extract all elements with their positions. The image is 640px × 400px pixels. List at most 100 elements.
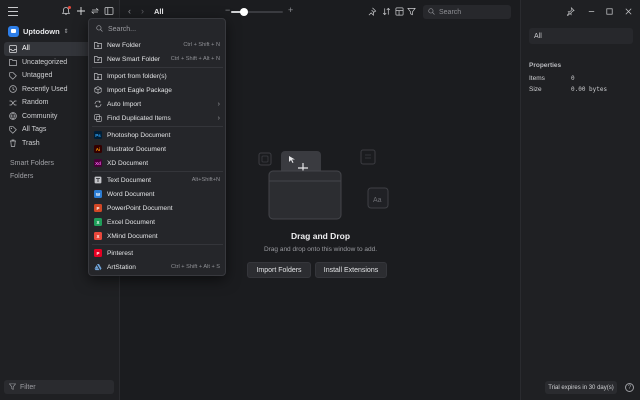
- sidebar-toggle-icon[interactable]: [103, 6, 115, 18]
- properties-heading: Properties: [529, 62, 562, 69]
- sidebar-item-label: Recently Used: [22, 85, 68, 93]
- powerpoint-app-icon: P: [94, 204, 102, 212]
- menu-separator: [92, 126, 223, 127]
- svg-text:Aa: Aa: [373, 197, 382, 204]
- zoom-handle[interactable]: [240, 8, 248, 16]
- menu-item-artstation[interactable]: ArtStation Ctrl + Shift + Alt + S: [92, 260, 223, 274]
- inspector-panel: All Properties Items 0 Size 0.00 bytes Tri…: [520, 0, 640, 400]
- maximize-icon[interactable]: [605, 7, 614, 18]
- menu-item-pinterest[interactable]: P Pinterest: [92, 246, 223, 260]
- items-value: 0: [571, 75, 575, 82]
- help-icon[interactable]: ?: [625, 383, 634, 392]
- menu-item-word-document[interactable]: W Word Document: [92, 187, 223, 201]
- forward-icon[interactable]: ›: [141, 6, 144, 16]
- menu-item-text-document[interactable]: Text Document Alt+Shift+N: [92, 173, 223, 187]
- menu-item-label: PowerPoint Document: [107, 204, 173, 212]
- sync-icon[interactable]: [89, 6, 101, 18]
- pin-icon[interactable]: [566, 6, 575, 18]
- zoom-slider[interactable]: [231, 8, 283, 16]
- sidebar-item-label: Random: [22, 99, 49, 107]
- menu-item-xd-document[interactable]: Xd XD Document: [92, 156, 223, 170]
- menu-separator: [92, 171, 223, 172]
- menu-icon[interactable]: [8, 7, 18, 17]
- close-icon[interactable]: [624, 7, 633, 18]
- menu-item-label: Word Document: [107, 190, 155, 198]
- name-field[interactable]: All: [529, 28, 633, 44]
- pin-icon[interactable]: [368, 7, 377, 18]
- sidebar-item-label: All Tags: [22, 126, 47, 134]
- chevron-right-icon: ›: [217, 114, 220, 122]
- duplicate-icon: [94, 114, 102, 122]
- back-icon[interactable]: ‹: [128, 6, 131, 16]
- smart-folders-heading[interactable]: Smart Folders: [10, 160, 54, 167]
- folders-heading[interactable]: Folders: [10, 173, 33, 180]
- size-property: Size 0.00 bytes: [529, 86, 607, 93]
- photoshop-app-icon: Ps: [94, 131, 102, 139]
- menu-item-label: Find Duplicated Items: [107, 114, 171, 122]
- library-icon: [8, 25, 19, 37]
- menu-item-auto-import[interactable]: Auto Import ›: [92, 97, 223, 111]
- illustrator-app-icon: Ai: [94, 145, 102, 153]
- auto-import-icon: [94, 100, 102, 108]
- menu-item-photoshop-document[interactable]: Ps Photoshop Document: [92, 128, 223, 142]
- menu-item-xmind-document[interactable]: X XMind Document: [92, 229, 223, 243]
- chevron-right-icon: ›: [217, 100, 220, 108]
- menu-item-powerpoint-document[interactable]: P PowerPoint Document: [92, 201, 223, 215]
- menu-item-new-folder[interactable]: New Folder Ctrl + Shift + N: [92, 38, 223, 52]
- menu-search-input[interactable]: Search...: [93, 22, 221, 36]
- menu-item-shortcut: Ctrl + Shift + N: [183, 42, 220, 48]
- menu-search-placeholder: Search...: [108, 25, 137, 33]
- excel-app-icon: X: [94, 218, 102, 226]
- folder-import-icon: [94, 72, 102, 80]
- menu-item-import-from-folder-s[interactable]: Import from folder(s): [92, 69, 223, 83]
- sidebar-item-label: Community: [22, 112, 58, 120]
- clock-icon: [9, 85, 17, 94]
- trial-badge[interactable]: Trial expires in 30 day(s): [545, 381, 617, 394]
- menu-separator: [92, 244, 223, 245]
- menu-item-shortcut: Ctrl + Shift + Alt + S: [171, 264, 220, 270]
- menu-item-excel-document[interactable]: X Excel Document: [92, 215, 223, 229]
- size-label: Size: [529, 86, 542, 93]
- import-folders-button[interactable]: Import Folders: [247, 262, 311, 278]
- inbox-icon: [9, 44, 17, 53]
- search-input[interactable]: Search: [423, 5, 511, 19]
- menu-item-find-duplicated-items[interactable]: Find Duplicated Items ›: [92, 111, 223, 125]
- items-property: Items 0: [529, 75, 575, 82]
- menu-item-label: XMind Document: [107, 232, 158, 240]
- menu-item-illustrator-document[interactable]: Ai Illustrator Document: [92, 142, 223, 156]
- filter-input[interactable]: Filter: [4, 380, 114, 394]
- minimize-icon[interactable]: [587, 7, 596, 18]
- menu-item-label: Import Eagle Package: [107, 86, 172, 94]
- bell-icon[interactable]: [60, 6, 72, 18]
- menu-item-shortcut: Alt+Shift+N: [191, 177, 220, 183]
- library-switcher[interactable]: Uptodown ⇕: [8, 24, 69, 38]
- menu-item-import-eagle-package[interactable]: Import Eagle Package: [92, 83, 223, 97]
- filter-icon[interactable]: [407, 7, 416, 18]
- notification-dot: [68, 6, 71, 9]
- layout-icon[interactable]: [395, 7, 404, 18]
- menu-item-label: Photoshop Document: [107, 131, 171, 139]
- sidebar-item-label: All: [22, 45, 30, 53]
- menu-item-label: New Folder: [107, 41, 141, 49]
- plus-icon[interactable]: [75, 6, 87, 18]
- menu-item-label: Text Document: [107, 176, 151, 184]
- folder-question-icon: [9, 58, 17, 67]
- zoom-in-icon[interactable]: +: [288, 5, 293, 15]
- install-extensions-button[interactable]: Install Extensions: [315, 262, 387, 278]
- zoom-out-icon[interactable]: −: [225, 5, 230, 15]
- word-app-icon: W: [94, 190, 102, 198]
- menu-separator: [92, 67, 223, 68]
- sidebar-item-label: Uncategorized: [22, 58, 68, 66]
- globe-icon: [9, 112, 17, 121]
- package-icon: [94, 86, 102, 94]
- size-value: 0.00 bytes: [571, 86, 608, 93]
- name-value: All: [534, 32, 542, 40]
- menu-item-new-smart-folder[interactable]: New Smart Folder Ctrl + Shift + Alt + N: [92, 52, 223, 66]
- sort-icon[interactable]: [382, 7, 391, 18]
- menu-item-label: Excel Document: [107, 218, 156, 226]
- sidebar-item-label: Trash: [22, 139, 40, 147]
- filter-icon: [8, 383, 17, 392]
- library-name: Uptodown: [23, 26, 60, 36]
- page-title: All: [154, 7, 164, 16]
- menu-item-label: ArtStation: [107, 263, 136, 271]
